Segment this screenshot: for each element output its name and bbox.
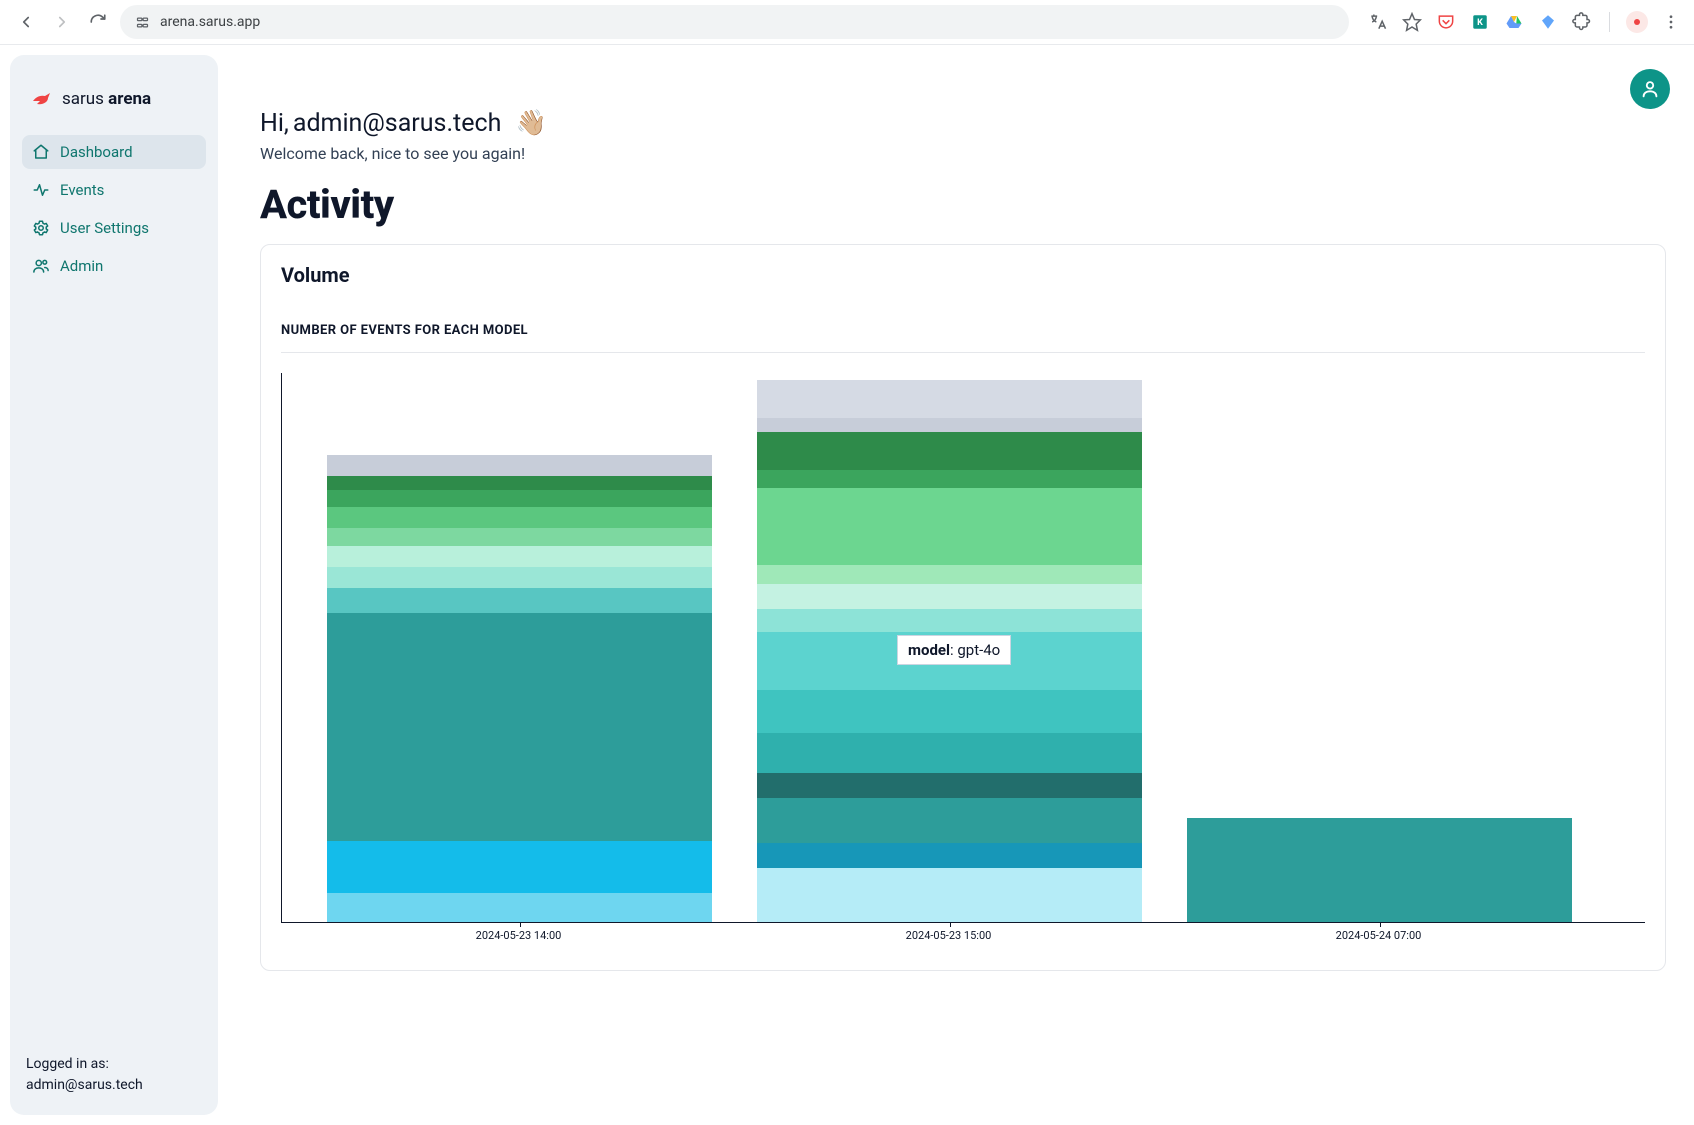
gear-icon — [32, 219, 50, 237]
chart-bar-segment[interactable] — [757, 690, 1142, 734]
chart-area[interactable]: model: gpt-4o — [281, 373, 1645, 923]
url-text: arena.sarus.app — [160, 14, 260, 30]
browser-toolbar: arena.sarus.app K — [0, 0, 1694, 45]
translate-icon[interactable] — [1367, 11, 1389, 33]
chart-bar-segment[interactable] — [327, 476, 712, 491]
star-icon[interactable] — [1401, 11, 1423, 33]
nav-label: Dashboard — [60, 143, 133, 161]
chart-bar-segment[interactable] — [757, 470, 1142, 489]
sidebar-footer: Logged in as: admin@sarus.tech — [22, 1054, 206, 1101]
extensions-icon[interactable] — [1571, 11, 1593, 33]
sidebar-item-admin[interactable]: Admin — [22, 249, 206, 283]
x-tick — [520, 922, 521, 927]
pocket-icon[interactable] — [1435, 11, 1457, 33]
card-title: Volume — [281, 263, 1645, 287]
sidebar-item-dashboard[interactable]: Dashboard — [22, 135, 206, 169]
chart-bar-segment[interactable] — [327, 588, 712, 613]
user-icon — [1639, 78, 1661, 100]
sidebar-item-events[interactable]: Events — [22, 173, 206, 207]
app-shell: sarus arena Dashboard Events User Settin… — [0, 45, 1694, 1125]
chart-bar-segment[interactable] — [757, 609, 1142, 632]
chart-bar-segment[interactable] — [757, 584, 1142, 609]
sidebar: sarus arena Dashboard Events User Settin… — [10, 55, 218, 1115]
nav-label: User Settings — [60, 219, 149, 237]
chart-bar-segment[interactable] — [757, 418, 1142, 433]
chart-bar-segment[interactable] — [757, 773, 1142, 798]
chart-bar-segment[interactable] — [327, 613, 712, 841]
user-avatar-button[interactable] — [1630, 69, 1670, 109]
nav-label: Events — [60, 181, 104, 199]
page-title: Activity — [260, 181, 1666, 228]
chart-bar-segment[interactable] — [327, 528, 712, 547]
chart-bar[interactable] — [1187, 818, 1572, 922]
volume-card: Volume NUMBER OF EVENTS FOR EACH MODEL m… — [260, 244, 1666, 971]
card-divider — [281, 352, 1645, 353]
ext-square-icon[interactable]: K — [1469, 11, 1491, 33]
sidebar-item-user-settings[interactable]: User Settings — [22, 211, 206, 245]
kebab-menu-icon[interactable] — [1660, 11, 1682, 33]
chart-bar-segment[interactable] — [757, 432, 1142, 469]
chart-bar-segment[interactable] — [327, 507, 712, 528]
greeting-heading: Hi, admin@sarus.tech 👋🏼 — [260, 109, 1666, 138]
x-tick — [950, 922, 951, 927]
chart-bar-segment[interactable] — [327, 490, 712, 507]
chart-x-labels: 2024-05-23 14:00 2024-05-23 15:00 2024-05-… — [281, 929, 1645, 942]
activity-icon — [32, 181, 50, 199]
users-icon — [32, 257, 50, 275]
wave-emoji: 👋🏼 — [516, 109, 547, 138]
svg-text:K: K — [1477, 18, 1483, 28]
chart-bar-segment[interactable] — [757, 565, 1142, 584]
nav-label: Admin — [60, 257, 103, 275]
chart-tooltip: model: gpt-4o — [897, 635, 1011, 665]
x-axis-label: 2024-05-23 15:00 — [756, 929, 1141, 942]
home-icon — [32, 143, 50, 161]
chart-bar-segment[interactable] — [757, 798, 1142, 844]
chart-bar-segment[interactable] — [757, 843, 1142, 868]
x-axis-label: 2024-05-24 07:00 — [1186, 929, 1571, 942]
subgreeting-text: Welcome back, nice to see you again! — [260, 144, 1666, 163]
chart-bar-segment[interactable] — [757, 733, 1142, 772]
card-subtitle: NUMBER OF EVENTS FOR EACH MODEL — [281, 323, 1645, 338]
nav-list: Dashboard Events User Settings Admin — [22, 135, 206, 283]
site-settings-icon[interactable] — [134, 14, 150, 30]
chart-bar[interactable] — [327, 455, 712, 922]
chart-wrap: model: gpt-4o 2024-05-23 14:002024-05-23… — [281, 373, 1645, 942]
ext-diamond-icon[interactable] — [1537, 11, 1559, 33]
toolbar-separator — [1609, 12, 1610, 32]
logo-text: sarus arena — [62, 89, 151, 109]
logged-in-user: admin@sarus.tech — [26, 1075, 202, 1095]
chart-bar-segment[interactable] — [327, 546, 712, 567]
x-tick — [1380, 922, 1381, 927]
x-axis-label: 2024-05-23 14:00 — [326, 929, 711, 942]
chart-bar-segment[interactable] — [327, 893, 712, 922]
back-button[interactable] — [12, 8, 40, 36]
forward-button[interactable] — [48, 8, 76, 36]
chart-bar-segment[interactable] — [757, 380, 1142, 417]
chart-bar-segment[interactable] — [1187, 818, 1572, 922]
chart-bar-segment[interactable] — [757, 488, 1142, 565]
reload-button[interactable] — [84, 8, 112, 36]
profile-avatar[interactable] — [1626, 11, 1648, 33]
logo-bird-icon — [30, 87, 54, 111]
drive-icon[interactable] — [1503, 11, 1525, 33]
logo[interactable]: sarus arena — [22, 73, 206, 135]
logged-in-label: Logged in as: — [26, 1054, 202, 1074]
chart-bar-segment[interactable] — [327, 567, 712, 588]
chart-bar-segment[interactable] — [757, 868, 1142, 922]
browser-toolbar-icons: K — [1357, 11, 1682, 33]
main-content: Hi, admin@sarus.tech 👋🏼 Welcome back, ni… — [230, 55, 1688, 1115]
chart-bar-segment[interactable] — [327, 455, 712, 476]
chart-bar-segment[interactable] — [327, 841, 712, 893]
address-bar[interactable]: arena.sarus.app — [120, 5, 1349, 39]
